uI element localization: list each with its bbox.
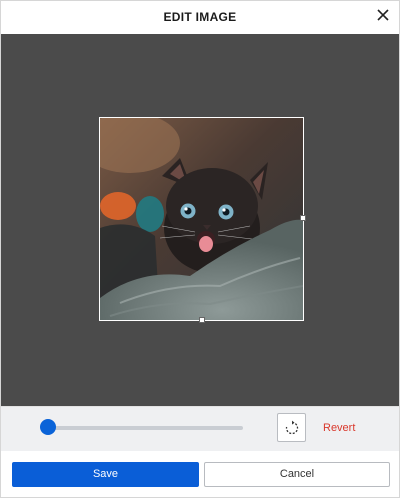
crop-frame[interactable]	[99, 117, 304, 321]
crop-handle-bottom[interactable]	[199, 317, 205, 323]
edit-controls: Revert	[1, 406, 399, 451]
zoom-slider-thumb[interactable]	[40, 419, 56, 435]
kitten-photo	[100, 118, 303, 320]
crop-handle-right[interactable]	[300, 215, 306, 221]
rotate-button[interactable]	[277, 413, 306, 442]
zoom-slider-track[interactable]	[48, 426, 243, 430]
dialog-header: EDIT IMAGE	[1, 1, 399, 34]
close-icon[interactable]	[375, 7, 391, 23]
rotate-icon	[285, 420, 299, 435]
cancel-button[interactable]: Cancel	[204, 462, 390, 487]
save-button[interactable]: Save	[12, 462, 199, 487]
image-canvas	[1, 34, 399, 406]
revert-link[interactable]: Revert	[323, 422, 355, 434]
dialog-title: EDIT IMAGE	[163, 10, 237, 24]
dialog-footer: Save Cancel	[1, 451, 399, 497]
edit-image-dialog: EDIT IMAGE Revert Save Cancel	[0, 0, 400, 498]
